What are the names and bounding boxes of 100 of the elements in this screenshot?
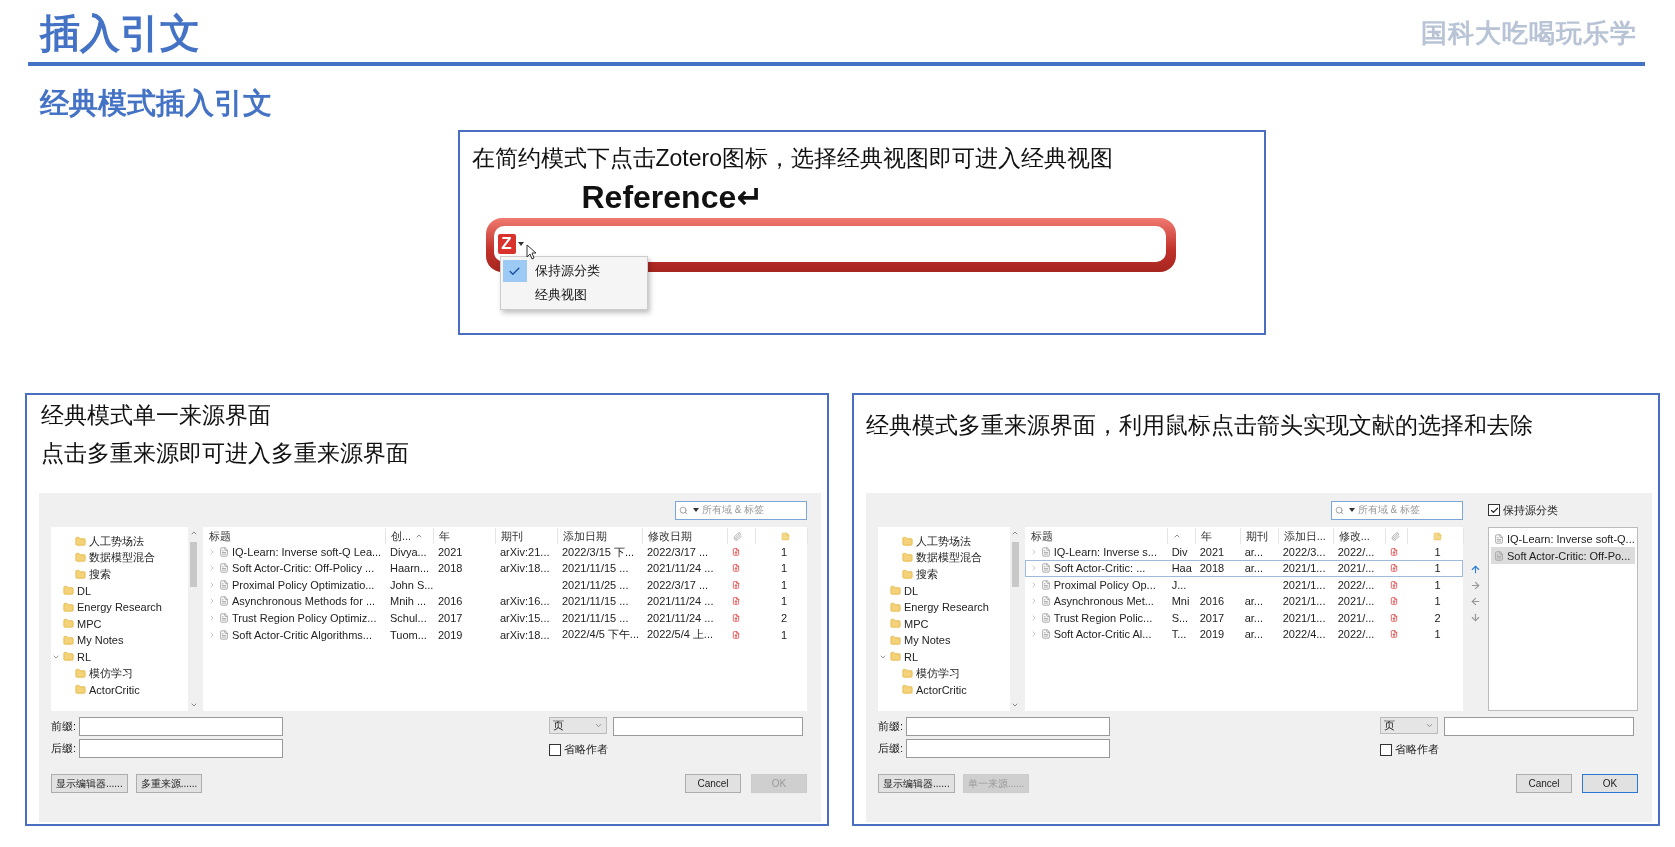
- table-row[interactable]: Trust Region Polic... S... 2017 ar... 2021/1... 2021/... 2: [1024, 609, 1463, 626]
- tree-item[interactable]: MPC: [51, 615, 188, 632]
- folder-icon: [75, 667, 86, 679]
- table-cell-text: 1: [779, 628, 789, 641]
- tree-item[interactable]: 数据模型混合: [51, 549, 188, 566]
- omit-author-checkbox[interactable]: 省略作者: [1380, 742, 1634, 757]
- column-header[interactable]: 期刊: [496, 528, 558, 544]
- tree-item[interactable]: DL: [51, 582, 188, 599]
- locator-dropdown[interactable]: 页: [1380, 717, 1438, 734]
- scroll-down-icon[interactable]: [189, 701, 198, 709]
- table-row[interactable]: Soft Actor-Critic: Off-Policy ... Haarn... 2018 arXiv:18... 2021/11/15 ... 2021/11/24 ... 1: [203, 560, 807, 577]
- menu-item[interactable]: 保持源分类: [500, 259, 647, 283]
- table-row[interactable]: Soft Actor-Critic Al... T... 2019 ar... 2022/4... 2022/... 1: [1024, 626, 1463, 643]
- column-header[interactable]: 期刊: [1240, 528, 1279, 544]
- table-cell-text: 2017: [437, 611, 464, 624]
- tree-item[interactable]: Energy Research: [878, 599, 1010, 616]
- column-header[interactable]: 年: [1195, 528, 1241, 544]
- tree-item[interactable]: My Notes: [51, 632, 188, 649]
- table-row[interactable]: Soft Actor-Critic Algorithms... Tuom... 2019 arXiv:18... 2022/4/5 下午... 2022/5/4 上... 1: [203, 626, 807, 643]
- folder-icon: [63, 634, 74, 646]
- suffix-label: 后缀:: [51, 741, 78, 756]
- document-icon: [219, 629, 229, 640]
- tree-item[interactable]: 搜索: [51, 566, 188, 583]
- tree-item[interactable]: Energy Research: [51, 599, 188, 616]
- column-header[interactable]: 添加日...: [1278, 528, 1334, 544]
- table-row[interactable]: Trust Region Policy Optimiz... Schul... 2017 arXiv:15... 2021/11/15 ... 2021/11/24 ... 2: [203, 609, 807, 626]
- table-row[interactable]: Asynchronous Met... Mni 2016 ar... 2021/1... 2021/... 1: [1024, 593, 1463, 610]
- tree-item[interactable]: MPC: [878, 615, 1010, 632]
- menu-item[interactable]: 经典视图: [500, 283, 647, 307]
- table-row[interactable]: IQ-Learn: Inverse s... Div 2021 ar... 2022/3... 2022/... 1: [1024, 543, 1463, 560]
- locator-field[interactable]: [613, 717, 803, 736]
- tree-item[interactable]: 人工势场法: [51, 533, 188, 550]
- table-cell-text: arXiv:16...: [499, 595, 551, 608]
- folder-icon: [890, 651, 901, 663]
- table-cell-text: 1: [779, 578, 789, 591]
- tree-item[interactable]: 数据模型混合: [878, 549, 1010, 566]
- column-header[interactable]: 修改日期: [643, 528, 728, 544]
- table-cell-text: 2: [1433, 611, 1442, 624]
- suffix-field[interactable]: [906, 739, 1110, 758]
- suffix-field[interactable]: [79, 739, 283, 758]
- dialog-button[interactable]: OK: [1582, 774, 1638, 793]
- document-icon: [219, 547, 229, 557]
- tree-item[interactable]: RL: [51, 648, 188, 665]
- table-cell-text: 2021/1...: [1281, 611, 1327, 624]
- checkbox[interactable]: [549, 743, 561, 756]
- table-cell-text: 2022/...: [1336, 545, 1376, 558]
- table-cell-text: 1: [779, 562, 789, 575]
- dialog-button[interactable]: Cancel: [1516, 774, 1572, 793]
- prefix-field[interactable]: [906, 717, 1110, 736]
- table-row[interactable]: Proximal Policy Op... J... 2021/1... 2022/... 1: [1024, 576, 1463, 593]
- paperclip-icon: [733, 531, 742, 541]
- prefix-field[interactable]: [79, 717, 283, 736]
- column-header[interactable]: 年: [434, 528, 496, 544]
- document-icon: [1494, 533, 1504, 544]
- scroll-up-icon[interactable]: [1011, 529, 1020, 537]
- tree-item[interactable]: RL: [878, 648, 1010, 665]
- table-cell-text: 2022/3/15 下...: [561, 544, 636, 560]
- tree-item[interactable]: ActorCritic: [878, 681, 1010, 698]
- dialog-button[interactable]: 显示编辑器......: [878, 774, 955, 793]
- table-cell-text: ar...: [1243, 562, 1264, 575]
- column-header[interactable]: 标题: [204, 528, 386, 544]
- checkbox[interactable]: [1488, 504, 1500, 516]
- scroll-up-icon[interactable]: [189, 529, 198, 537]
- dialog-button[interactable]: Cancel: [685, 774, 741, 793]
- table-row[interactable]: Asynchronous Methods for ... Mnih ... 2016 arXiv:16... 2021/11/15 ... 2021/11/24 ... 1: [203, 593, 807, 610]
- column-header[interactable]: 修改...: [1333, 528, 1386, 544]
- move-up-button[interactable]: [1469, 563, 1482, 576]
- scrollbar-thumb[interactable]: [190, 541, 197, 587]
- selected-item[interactable]: Soft Actor-Critic: Off-Po...: [1491, 547, 1635, 564]
- table-cell: IQ-Learn: Inverse soft-Q Lea...: [204, 546, 386, 558]
- table-row[interactable]: Soft Actor-Critic: ... Haa 2018 ar... 2021/1... 2021/... 1: [1024, 560, 1463, 577]
- tree-item[interactable]: 搜索: [878, 566, 1010, 583]
- table-row[interactable]: Proximal Policy Optimizatio... John S... 2021/11/25 ... 2022/3/17 ... 1: [203, 576, 807, 593]
- dropdown-icon: [1425, 721, 1434, 730]
- document-icon: [1040, 579, 1051, 590]
- table-row[interactable]: IQ-Learn: Inverse soft-Q Lea... Divya... 2021 arXiv:21... 2022/3/15 下... 2022/3/17 ... 1: [203, 543, 807, 560]
- tree-item[interactable]: ActorCritic: [51, 681, 188, 698]
- scroll-down-icon[interactable]: [1011, 701, 1020, 709]
- tree-item[interactable]: 模仿学习: [878, 665, 1010, 682]
- tree-item[interactable]: My Notes: [878, 632, 1010, 649]
- scrollbar-thumb[interactable]: [1011, 541, 1019, 587]
- table-cell-text: J...: [1170, 578, 1188, 591]
- selected-item[interactable]: IQ-Learn: Inverse soft-Q...: [1491, 530, 1635, 547]
- locator-field[interactable]: [1444, 717, 1634, 736]
- omit-author-checkbox[interactable]: 省略作者: [549, 742, 803, 757]
- table-cell-text: 2021/1...: [1281, 578, 1327, 591]
- dialog-button[interactable]: 显示编辑器......: [51, 774, 128, 793]
- slide-title: 插入引文: [40, 9, 200, 57]
- checkbox[interactable]: [1380, 743, 1392, 756]
- folder-icon: [902, 684, 913, 696]
- keep-sources-checkbox[interactable]: 保持源分类: [1488, 502, 1558, 518]
- locator-dropdown[interactable]: 页: [549, 717, 607, 734]
- column-header[interactable]: 创...: [386, 528, 434, 544]
- tree-item[interactable]: 模仿学习: [51, 665, 188, 682]
- zotero-logo[interactable]: Z: [497, 234, 516, 254]
- column-header[interactable]: 添加日期: [558, 528, 643, 544]
- tree-item[interactable]: 人工势场法: [878, 533, 1010, 550]
- tree-item[interactable]: DL: [878, 582, 1010, 599]
- column-header[interactable]: 标题: [1025, 528, 1168, 544]
- dialog-button[interactable]: 多重来源......: [135, 774, 203, 793]
